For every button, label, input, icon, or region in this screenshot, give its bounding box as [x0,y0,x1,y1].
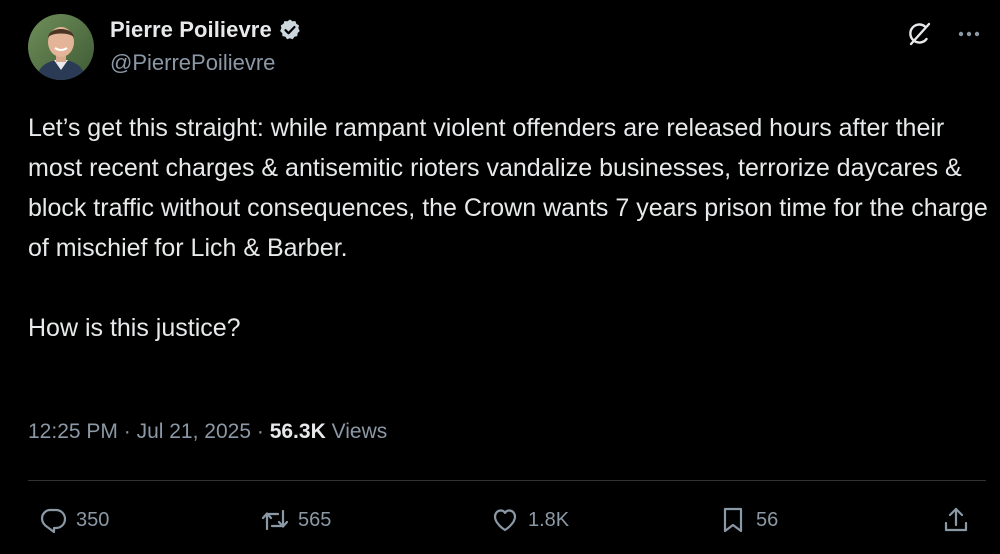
views-label: Views [331,420,388,443]
like-count: 1.8K [528,508,570,531]
share-button[interactable] [941,500,971,540]
meta-separator: · [123,420,131,443]
action-bar: 350 565 1.8K 56 [0,500,1000,540]
share-icon [944,507,968,532]
author-name-row: Pierre Poilievre [110,14,302,46]
reply-icon [40,508,67,534]
repost-count: 565 [298,508,332,531]
author-handle[interactable]: @PierrePoilievre [110,50,275,76]
repost-button[interactable]: 565 [260,500,331,540]
more-options-icon[interactable] [955,20,983,48]
post-meta: 12:25 PM · Jul 21, 2025 · 56.3K Views [28,420,387,444]
post-text: Let’s get this straight: while rampant v… [28,108,988,348]
reply-button[interactable]: 350 [38,500,109,540]
author-display-name[interactable]: Pierre Poilievre [110,17,272,43]
bookmark-count: 56 [756,508,779,531]
post: Pierre Poilievre @PierrePoilievre Let’s … [0,0,1000,554]
heart-icon [493,509,517,532]
post-paragraph: How is this justice? [28,314,241,342]
verified-badge-icon [278,18,302,42]
like-button[interactable]: 1.8K [490,500,569,540]
divider [28,480,986,481]
meta-separator: · [256,420,264,443]
bookmark-button[interactable]: 56 [718,500,778,540]
bookmark-icon [723,507,743,533]
post-date[interactable]: Jul 21, 2025 [137,420,251,443]
grok-icon[interactable] [905,20,933,48]
avatar-image [28,14,94,80]
reply-count: 350 [76,508,110,531]
repost-icon [261,509,289,531]
post-paragraph: Let’s get this straight: while rampant v… [28,114,988,262]
author-avatar[interactable] [28,14,94,80]
post-time[interactable]: 12:25 PM [28,420,118,443]
views-count[interactable]: 56.3K [270,420,326,443]
